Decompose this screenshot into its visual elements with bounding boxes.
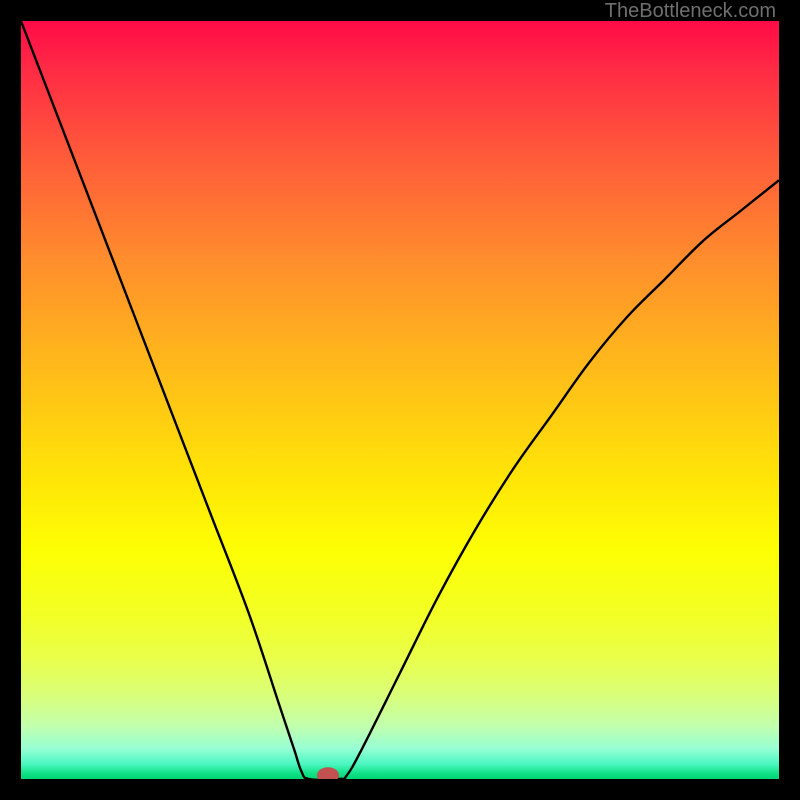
bottleneck-curve bbox=[21, 21, 779, 779]
curve-layer bbox=[21, 21, 779, 779]
minimum-marker bbox=[317, 767, 339, 779]
plot-area bbox=[21, 21, 779, 779]
watermark-text: TheBottleneck.com bbox=[605, 0, 776, 23]
chart-frame: TheBottleneck.com bbox=[0, 0, 800, 800]
